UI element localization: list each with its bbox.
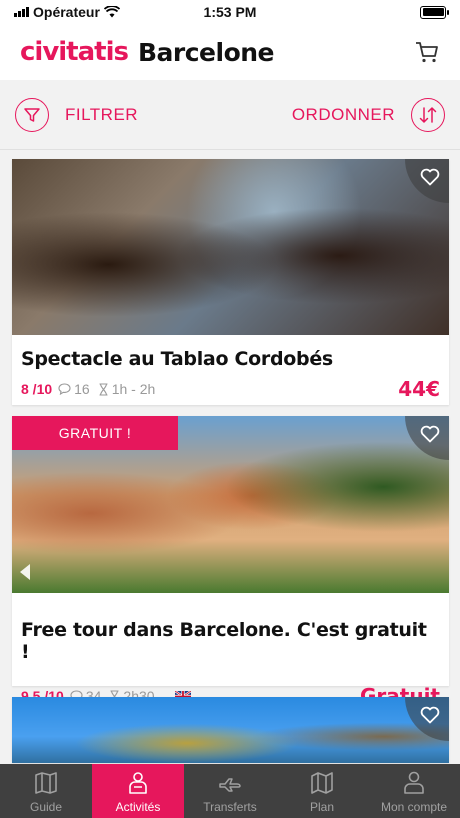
activity-card[interactable]: GRATUIT ! Free tour dans Barcelone. C'es… — [12, 416, 449, 708]
activity-title[interactable]: Spectacle au Tablao Cordobés — [21, 348, 440, 370]
card-body: Free tour dans Barcelone. C'est gratuit … — [12, 593, 449, 708]
heart-icon — [420, 706, 440, 724]
activity-image[interactable]: GRATUIT ! — [12, 416, 449, 593]
tab-label: Mon compte — [380, 800, 448, 814]
person-icon — [129, 772, 147, 794]
tab-plan[interactable]: Plan — [276, 764, 368, 818]
tab-bar: Guide Activités Transferts Plan Mon comp… — [0, 764, 460, 818]
cart-icon[interactable] — [414, 39, 440, 65]
duration: 1h - 2h — [98, 381, 156, 397]
app-header: civitatis Barcelone — [0, 24, 460, 80]
tab-label: Plan — [309, 800, 335, 814]
signal-icon — [14, 7, 29, 17]
order-label[interactable]: ORDONNER — [292, 105, 395, 125]
tab-guide[interactable]: Guide — [0, 764, 92, 818]
tab-activities[interactable]: Activités — [92, 764, 184, 818]
activity-meta: 8 /10 16 1h - 2h 44€ — [21, 377, 440, 401]
carousel-left-icon[interactable] — [20, 564, 30, 580]
order-group: ORDONNER — [292, 97, 445, 132]
status-bar: Opérateur 1:53 PM — [0, 0, 460, 24]
carrier-name: Opérateur — [33, 4, 100, 20]
battery-icon — [420, 5, 449, 19]
tab-label: Guide — [29, 800, 63, 814]
activity-image[interactable] — [12, 159, 449, 335]
account-icon — [404, 771, 424, 794]
sort-arrows-icon — [419, 106, 437, 123]
duration-value: 1h - 2h — [111, 381, 156, 397]
page-title: Barcelone — [137, 37, 275, 67]
favorite-button[interactable] — [405, 159, 449, 203]
tab-transfers[interactable]: Transferts — [184, 764, 276, 818]
rating: 8 /10 — [21, 381, 53, 397]
activity-list: Spectacle au Tablao Cordobés 8 /10 16 1h… — [12, 159, 449, 774]
brand-logo[interactable]: civitatis — [20, 37, 129, 67]
comment-icon — [58, 383, 71, 395]
activity-card[interactable] — [12, 697, 449, 763]
status-time: 1:53 PM — [203, 4, 257, 20]
review-count-value: 16 — [74, 381, 90, 397]
filter-label[interactable]: FILTRER — [65, 105, 138, 125]
free-badge: GRATUIT ! — [12, 416, 178, 450]
activity-card[interactable]: Spectacle au Tablao Cordobés 8 /10 16 1h… — [12, 159, 449, 405]
hourglass-icon — [99, 382, 108, 396]
wifi-icon — [103, 6, 120, 18]
favorite-button[interactable] — [405, 416, 449, 460]
order-button[interactable] — [411, 97, 445, 132]
plane-icon — [219, 778, 241, 792]
heart-icon — [420, 168, 440, 186]
favorite-button[interactable] — [405, 697, 449, 741]
card-body: Spectacle au Tablao Cordobés 8 /10 16 1h… — [12, 335, 449, 401]
tab-label: Transferts — [203, 800, 257, 814]
status-right — [296, 5, 449, 19]
heart-icon — [420, 425, 440, 443]
filter-button[interactable] — [15, 97, 49, 132]
activity-image[interactable] — [12, 697, 449, 763]
activity-title[interactable]: Free tour dans Barcelone. C'est gratuit … — [21, 619, 440, 663]
map-book-icon — [35, 772, 57, 794]
funnel-icon — [24, 107, 40, 122]
filter-bar: FILTRER ORDONNER — [0, 80, 460, 150]
review-count: 16 — [58, 381, 90, 397]
tab-label: Activités — [115, 800, 161, 814]
status-left: Opérateur — [14, 4, 164, 20]
price: 44€ — [398, 377, 440, 401]
tab-account[interactable]: Mon compte — [368, 764, 460, 818]
map-icon — [311, 772, 333, 794]
